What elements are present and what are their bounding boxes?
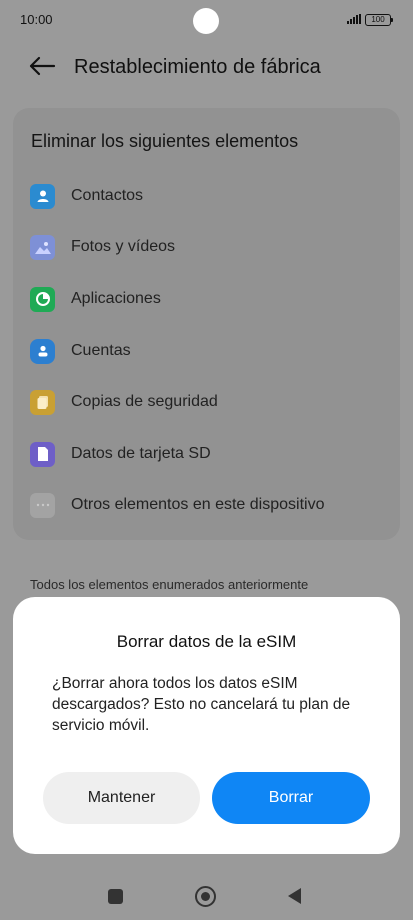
list-item-sd-card: Datos de tarjeta SD xyxy=(30,439,390,469)
list-item-label: Aplicaciones xyxy=(71,290,161,307)
list-item-photos: Fotos y vídeos xyxy=(30,232,390,262)
screen: 10:00 100 Restablecimiento de fábrica El… xyxy=(0,0,413,920)
backup-icon xyxy=(30,389,55,415)
dialog-message: ¿Borrar ahora todos los datos eSIM desca… xyxy=(52,675,351,734)
list-item-label: Datos de tarjeta SD xyxy=(71,445,211,462)
accounts-icon xyxy=(30,338,55,364)
more-icon xyxy=(30,492,55,518)
dialog-title: Borrar datos de la eSIM xyxy=(116,632,297,651)
navigation-bar xyxy=(0,860,413,920)
back-arrow-icon[interactable] xyxy=(28,54,56,78)
list-item-accounts: Cuentas xyxy=(30,336,390,366)
page-title: Restablecimiento de fábrica xyxy=(74,56,321,78)
apps-icon xyxy=(30,286,55,312)
status-bar: 10:00 100 xyxy=(0,0,413,40)
card-heading: Eliminar los siguientes elementos xyxy=(31,131,299,151)
list-item-label: Cuentas xyxy=(71,342,131,359)
keep-button[interactable]: Mantener xyxy=(43,772,200,824)
esim-dialog: Borrar datos de la eSIM ¿Borrar ahora to… xyxy=(13,597,400,854)
gallery-icon xyxy=(30,234,55,260)
home-icon[interactable] xyxy=(195,886,216,907)
back-icon[interactable] xyxy=(288,888,301,904)
delete-button[interactable]: Borrar xyxy=(212,772,370,824)
list-item-apps: Aplicaciones xyxy=(30,284,390,314)
list-item-contacts: Contactos xyxy=(30,181,390,211)
list-item-label: Otros elementos en este dispositivo xyxy=(71,496,325,513)
list-item-backups: Copias de seguridad xyxy=(30,387,390,417)
recents-icon[interactable] xyxy=(108,889,123,904)
info-note: Todos los elementos enumerados anteriorm… xyxy=(30,577,309,592)
list-item-label: Fotos y vídeos xyxy=(71,238,176,255)
battery-icon: 100 xyxy=(365,14,393,26)
app-header: Restablecimiento de fábrica xyxy=(0,48,413,88)
list-item-label: Contactos xyxy=(71,187,144,204)
items-card: Eliminar los siguientes elementos Contac… xyxy=(13,108,400,540)
sd-card-icon xyxy=(30,441,55,467)
list-item-other: Otros elementos en este dispositivo xyxy=(30,490,390,520)
front-camera xyxy=(193,8,219,34)
contacts-icon xyxy=(30,183,55,209)
signal-icon xyxy=(347,14,361,24)
list-item-label: Copias de seguridad xyxy=(71,393,218,410)
status-time: 10:00 xyxy=(20,12,53,27)
